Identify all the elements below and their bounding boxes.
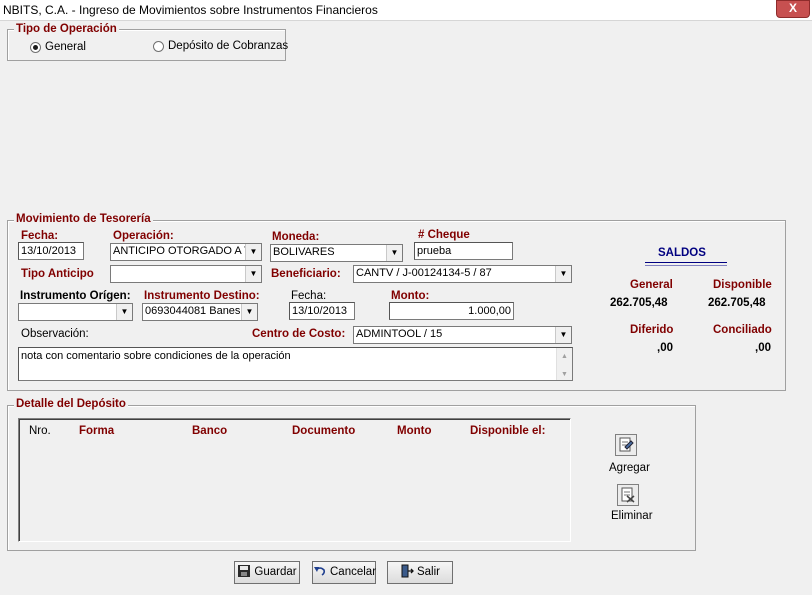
saldo-general-value: 262.705,48 [610,297,668,309]
saldo-diferido-value: ,00 [657,342,673,354]
centro-costo-value: ADMINTOOL / 15 [356,328,443,340]
column-header-nro: Nro. [29,425,51,437]
tipo-operacion-legend: Tipo de Operación [14,23,119,35]
guardar-label: Guardar [254,566,297,578]
beneficiario-label: Beneficiario: [271,268,341,280]
observacion-scrollbar[interactable]: ▲ ▼ [556,348,572,380]
radio-deposito-cobranzas-label[interactable]: Depósito de Cobranzas [168,40,288,52]
movimiento-tesoreria-legend: Movimiento de Tesorería [14,213,153,225]
radio-general[interactable] [30,42,41,53]
radio-general-label[interactable]: General [45,41,86,53]
eliminar-button[interactable] [617,484,639,506]
operacion-value: ANTICIPO OTORGADO A T [113,245,251,257]
instrumento-destino-value: 0693044081 Banes [145,305,241,317]
column-header-documento: Documento [292,425,356,437]
cheque-input[interactable]: prueba [414,242,513,260]
dropdown-arrow-icon[interactable]: ▼ [245,244,261,260]
observacion-text: nota con comentario sobre condiciones de… [21,350,291,362]
instrumento-destino-select[interactable]: 0693044081 Banes ▼ [142,303,258,321]
scroll-up-icon[interactable]: ▲ [561,350,568,364]
moneda-label: Moneda: [272,231,320,243]
radio-deposito-cobranzas[interactable] [153,41,164,52]
operacion-label: Operación: [113,230,174,242]
column-header-forma: Forma [79,425,115,437]
window-title: NBITS, C.A. - Ingreso de Movimientos sob… [3,3,378,17]
fecha-destino-input[interactable]: 13/10/2013 [289,302,355,320]
eliminar-label[interactable]: Eliminar [611,510,653,522]
agregar-label[interactable]: Agregar [609,462,650,474]
instrumento-origen-select[interactable]: ▼ [18,303,133,321]
monto-input[interactable]: 1.000,00 [389,302,514,320]
centro-costo-select[interactable]: ADMINTOOL / 15 ▼ [353,326,572,344]
salir-label: Salir [416,566,440,578]
saldo-conciliado-label: Conciliado [713,324,772,336]
centro-costo-label: Centro de Costo: [252,328,346,340]
saldo-disponible-label: Disponible [713,279,772,291]
column-header-monto: Monto [397,425,432,437]
instrumento-destino-label: Instrumento Destino: [144,290,260,302]
saldos-title: SALDOS [658,247,706,259]
dropdown-arrow-icon[interactable]: ▼ [116,304,132,320]
saldos-underline-2 [645,265,727,266]
saldo-conciliado-value: ,00 [755,342,771,354]
saldos-underline-1 [645,262,727,263]
beneficiario-value: CANTV / J-00124134-5 / 87 [356,267,492,279]
add-record-icon [619,437,634,452]
floppy-disk-icon [238,565,251,577]
dropdown-arrow-icon[interactable]: ▼ [386,245,402,261]
detalle-deposito-legend: Detalle del Depósito [14,398,128,410]
undo-arrow-icon [314,567,326,576]
saldo-diferido-label: Diferido [630,324,674,336]
instrumento-origen-label: Instrumento Orígen: [20,290,131,302]
moneda-value: BOLIVARES [273,246,335,258]
exit-door-icon [401,564,414,578]
scroll-down-icon[interactable]: ▼ [561,368,568,380]
salir-button[interactable]: Salir [387,561,453,584]
moneda-select[interactable]: BOLIVARES ▼ [270,244,403,262]
dropdown-arrow-icon[interactable]: ▼ [555,266,571,282]
title-bar: NBITS, C.A. - Ingreso de Movimientos sob… [0,0,812,21]
cancelar-button[interactable]: Cancelar [312,561,376,584]
tipo-anticipo-select[interactable]: ▼ [110,265,262,283]
cheque-label: # Cheque [418,229,470,241]
fecha-destino-label: Fecha: [291,290,327,302]
saldo-general-label: General [630,279,673,291]
column-header-banco: Banco [192,425,228,437]
fecha-label: Fecha: [21,230,59,242]
saldo-disponible-value: 262.705,48 [708,297,766,309]
detalle-grid[interactable]: Nro. Forma Banco Documento Monto Disponi… [18,418,571,542]
agregar-button[interactable] [615,434,637,456]
observacion-label: Observación: [21,328,89,340]
dropdown-arrow-icon[interactable]: ▼ [245,266,261,282]
close-button[interactable]: X [776,0,810,18]
fecha-input[interactable]: 13/10/2013 [18,242,84,260]
monto-label: Monto: [391,290,430,302]
cancelar-label: Cancelar [330,566,377,578]
observacion-textarea[interactable]: nota con comentario sobre condiciones de… [18,347,573,381]
close-icon: X [788,1,797,15]
column-header-disponible: Disponible el: [470,425,546,437]
delete-record-icon [621,487,635,503]
guardar-button[interactable]: Guardar [234,561,300,584]
operacion-select[interactable]: ANTICIPO OTORGADO A T ▼ [110,243,262,261]
beneficiario-select[interactable]: CANTV / J-00124134-5 / 87 ▼ [353,265,572,283]
dropdown-arrow-icon[interactable]: ▼ [555,327,571,343]
dropdown-arrow-icon[interactable]: ▼ [241,304,257,320]
tipo-anticipo-label: Tipo Anticipo [21,268,94,280]
